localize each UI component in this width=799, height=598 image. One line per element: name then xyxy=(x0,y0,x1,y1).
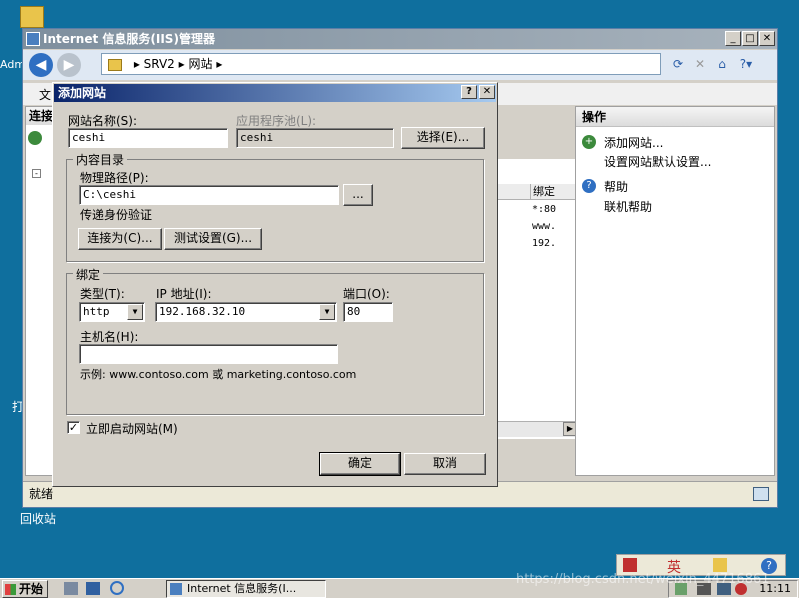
test-settings-button[interactable]: 测试设置(G)... xyxy=(164,228,262,250)
menu-file[interactable]: 文 xyxy=(39,86,51,103)
hostname-input[interactable] xyxy=(79,344,338,364)
network-status-icon xyxy=(753,487,769,501)
ip-address-select[interactable]: 192.168.32.10 ▼ xyxy=(155,302,337,322)
close-window-button[interactable]: ✕ xyxy=(759,31,775,46)
tree-expander-icon[interactable]: - xyxy=(32,169,41,178)
port-input[interactable]: 80 xyxy=(343,302,393,322)
stop-icon[interactable]: ✕ xyxy=(691,55,709,73)
iis-app-icon xyxy=(170,583,182,595)
dialog-help-button[interactable]: ? xyxy=(461,85,477,99)
start-site-label[interactable]: 立即启动网站(M) xyxy=(86,420,178,437)
ip-address-label: IP 地址(I): xyxy=(156,287,212,301)
start-site-checkbox[interactable]: ✓ xyxy=(67,421,80,434)
dialog-titlebar[interactable]: 添加网站 xyxy=(54,84,496,102)
quicklaunch-icon[interactable] xyxy=(86,582,100,595)
horizontal-scrollbar[interactable]: ▶ xyxy=(493,421,577,437)
set-site-defaults-link[interactable]: 设置网站默认设置... xyxy=(604,153,711,170)
pass-through-auth-label: 传递身份验证 xyxy=(80,208,153,222)
chevron-down-icon[interactable]: ▼ xyxy=(319,304,335,320)
connect-icon[interactable] xyxy=(28,131,42,145)
actions-header: 操作 xyxy=(576,107,774,127)
port-label: 端口(O): xyxy=(343,287,390,301)
site-name-input[interactable]: ceshi xyxy=(68,128,228,148)
folder-icon xyxy=(108,58,122,71)
ime-settings-icon[interactable] xyxy=(713,558,727,572)
address-separator-icon: ▸ xyxy=(133,57,144,71)
physical-path-label: 物理路径(P): xyxy=(80,171,149,185)
taskbar-item-label: Internet 信息服务(I... xyxy=(187,582,297,595)
hostname-example-text: 示例: www.contoso.com 或 marketing.contoso.… xyxy=(80,368,357,381)
actions-pane: 操作 + 添加网站... 设置网站默认设置... ? 帮助 联机帮助 xyxy=(575,106,775,476)
minimize-button[interactable]: _ xyxy=(725,31,741,46)
home-icon[interactable]: ⌂ xyxy=(713,55,731,73)
select-app-pool-button[interactable]: 选择(E)... xyxy=(401,127,485,149)
add-site-link[interactable]: 添加网站... xyxy=(604,134,663,151)
binding-cell: www. xyxy=(532,221,557,232)
start-label: 开始 xyxy=(19,582,44,596)
refresh-icon[interactable]: ⟳ xyxy=(669,55,687,73)
chevron-down-icon[interactable]: ▼ xyxy=(127,304,143,320)
ok-button[interactable]: 确定 xyxy=(319,452,401,476)
connections-pane: 连接 - xyxy=(25,106,55,476)
start-button[interactable]: 开始 xyxy=(2,580,48,598)
address-part-server[interactable]: SRV2 xyxy=(144,57,175,71)
binding-group-title: 绑定 xyxy=(73,266,104,283)
watermark-text: https://blog.csdn.net/weixin_44716861 xyxy=(516,572,770,587)
address-bar[interactable]: ▸ SRV2 ▸ 网站 ▸ xyxy=(101,53,661,75)
type-select[interactable]: http ▼ xyxy=(79,302,145,322)
globe-add-icon: + xyxy=(582,135,596,149)
ime-icon[interactable] xyxy=(623,558,637,572)
binding-column-header[interactable]: 绑定 xyxy=(530,184,578,200)
address-separator-icon: ▸ xyxy=(216,57,223,71)
connect-as-button[interactable]: 连接为(C)... xyxy=(78,228,162,250)
recycle-bin-label[interactable]: 回收站 xyxy=(0,510,70,527)
cancel-button[interactable]: 取消 xyxy=(404,453,486,475)
desktop-folder-icon[interactable] xyxy=(20,6,44,28)
connections-header: 连接 xyxy=(26,107,54,125)
app-pool-field: ceshi xyxy=(236,128,394,148)
online-help-link[interactable]: 联机帮助 xyxy=(604,198,652,215)
dialog-title: 添加网站 xyxy=(58,86,107,100)
type-select-value: http xyxy=(83,305,110,318)
app-pool-label: 应用程序池(L): xyxy=(236,114,317,128)
binding-cell: *:80 xyxy=(532,204,557,215)
iis-app-icon xyxy=(26,32,40,46)
sites-list-pane: 绑定 *:80 www. 192. xyxy=(493,159,578,439)
sites-list-header: 绑定 xyxy=(494,184,578,200)
help-link[interactable]: 帮助 xyxy=(604,178,628,195)
hostname-label: 主机名(H): xyxy=(80,330,139,344)
taskbar-item-iis[interactable]: Internet 信息服务(I... xyxy=(166,580,326,598)
back-button[interactable]: ◀ xyxy=(29,53,53,77)
windows-logo-icon xyxy=(5,584,16,595)
maximize-button[interactable]: □ xyxy=(742,31,758,46)
forward-button[interactable]: ▶ xyxy=(57,53,81,77)
dialog-close-button[interactable]: ✕ xyxy=(479,85,495,99)
help-icon: ? xyxy=(582,179,596,193)
address-separator-icon: ▸ xyxy=(178,57,189,71)
browse-path-button[interactable]: ... xyxy=(343,184,373,206)
physical-path-input[interactable]: C:\ceshi xyxy=(79,185,339,205)
add-site-dialog: 添加网站 ? ✕ 网站名称(S): ceshi 应用程序池(L): ceshi … xyxy=(52,82,498,487)
address-part-sites[interactable]: 网站 xyxy=(189,57,213,71)
type-label: 类型(T): xyxy=(80,287,125,301)
help-dropdown-icon[interactable]: ?▾ xyxy=(737,55,755,73)
content-directory-title: 内容目录 xyxy=(73,151,128,168)
ip-address-value: 192.168.32.10 xyxy=(159,305,246,318)
site-name-label: 网站名称(S): xyxy=(68,114,138,128)
quicklaunch-icon[interactable] xyxy=(64,582,78,595)
ie-icon[interactable] xyxy=(110,581,124,595)
binding-cell: 192. xyxy=(532,238,557,249)
status-text: 就绪 xyxy=(29,487,54,501)
window-titlebar[interactable]: Internet 信息服务(IIS)管理器 xyxy=(23,29,777,49)
window-title: Internet 信息服务(IIS)管理器 xyxy=(43,32,215,46)
navigation-bar: ◀ ▶ ▸ SRV2 ▸ 网站 ▸ xyxy=(23,50,777,80)
